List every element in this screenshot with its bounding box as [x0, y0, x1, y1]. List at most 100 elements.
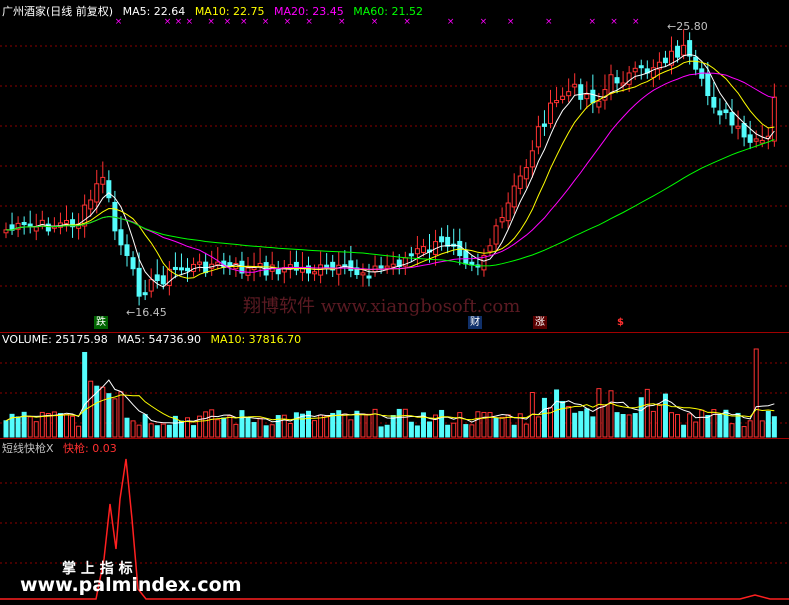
candle-body — [560, 95, 566, 101]
volume-bar — [209, 409, 215, 438]
cai-marker[interactable]: 财 — [468, 316, 482, 329]
volume-panel[interactable]: VOLUME: 25175.98 MA5: 54736.90 MA10: 378… — [0, 333, 789, 439]
volume-bar — [112, 398, 118, 438]
volume-bar — [614, 412, 620, 438]
candle-body — [729, 112, 735, 126]
candle-body — [445, 236, 451, 247]
candle-body — [523, 167, 529, 180]
volume-bar — [215, 419, 221, 438]
volume-bar — [487, 412, 493, 438]
candle-body — [693, 56, 699, 70]
dollar-marker[interactable]: $ — [615, 316, 626, 329]
volume-bar — [620, 414, 626, 438]
candle-body — [735, 125, 741, 129]
volume-bar — [469, 424, 475, 438]
volume-bar — [178, 420, 184, 438]
volume-bar — [342, 413, 348, 438]
volume-bar — [584, 408, 590, 438]
volume-bar — [293, 412, 299, 438]
candle-body — [747, 134, 753, 143]
volume-bar — [427, 421, 432, 438]
candle-body — [100, 176, 106, 185]
volume-bar — [638, 397, 644, 438]
volume-bar — [711, 409, 717, 438]
volume-bar — [70, 415, 76, 438]
volume-bar — [281, 414, 287, 438]
volume-bar — [396, 408, 402, 438]
candle-body — [463, 250, 469, 265]
stock-chart-window: × × × × × × × × × × × × × × × × × × × × 广州酒家(日线 前复权) MA5: 2… — [0, 0, 789, 605]
candle-body — [160, 275, 166, 285]
candle-body — [638, 65, 644, 69]
candle-body — [541, 123, 547, 127]
volume-bar — [753, 348, 759, 438]
candle-body — [632, 67, 638, 73]
candle-body — [197, 261, 203, 265]
volume-bar — [493, 418, 499, 438]
vol-ma5-label: MA5: 54736.90 — [117, 333, 201, 346]
volume-bar — [608, 390, 614, 438]
watermark: 翔博软件 www.xiangbosoft.com — [243, 296, 521, 317]
high-pointer-icon: ← — [667, 20, 677, 33]
candle-body — [711, 96, 717, 108]
volume-bar — [191, 425, 197, 438]
volume-bar — [136, 424, 142, 438]
volume-bar — [554, 389, 560, 438]
volume-bar — [45, 412, 51, 438]
volume-bar — [560, 401, 566, 438]
volume-bar — [330, 412, 336, 438]
volume-bar — [142, 414, 148, 438]
candle-body — [378, 265, 384, 269]
volume-bar — [82, 351, 88, 438]
candle-body — [753, 138, 759, 142]
candle-body — [130, 257, 136, 270]
candle-body — [106, 180, 112, 199]
candle-body — [227, 262, 233, 266]
candle-body — [172, 266, 178, 270]
candle-body — [681, 44, 687, 56]
candle-body — [675, 45, 681, 58]
candle-body — [626, 72, 632, 85]
volume-label: VOLUME: 25175.98 — [2, 333, 108, 346]
candle-body — [741, 123, 747, 138]
price-panel[interactable]: × × × × × × × × × × × × × × × × × × × × 广州酒家(日线 前复权) MA5: 2… — [0, 0, 789, 333]
volume-bar — [233, 423, 239, 438]
volume-bar — [408, 421, 414, 438]
volume-bar — [541, 397, 547, 438]
top-x-marker: × — [507, 17, 515, 27]
candle-body — [493, 225, 499, 245]
signal-header: 短线快枪X 快枪: 0.03 — [2, 440, 123, 456]
zhang-marker[interactable]: 涨 — [533, 316, 547, 329]
candle-body — [408, 253, 414, 257]
candle-body — [178, 267, 184, 271]
candle-body — [723, 109, 729, 114]
volume-bar — [644, 388, 650, 438]
volume-bar — [148, 423, 154, 438]
signal-panel[interactable]: 短线快枪X 快枪: 0.03 掌 上 指 标 www.palmindex.com — [0, 439, 789, 605]
volume-chart[interactable] — [0, 333, 789, 438]
volume-bar — [251, 422, 257, 438]
volume-bar — [578, 411, 584, 438]
volume-bar — [384, 424, 390, 438]
low-pointer-icon: ← — [126, 306, 136, 319]
high-price-label: ←25.80 — [667, 20, 708, 33]
top-x-marker: × — [480, 17, 488, 27]
candle-body — [517, 175, 523, 189]
volume-bar — [481, 411, 487, 438]
candle-body — [414, 248, 420, 255]
volume-bar — [299, 413, 305, 438]
ma10-label: MA10: 22.75 — [194, 5, 265, 18]
volume-bar — [33, 421, 39, 438]
candle-body — [487, 245, 493, 252]
volume-bar — [221, 417, 227, 438]
volume-bar — [602, 404, 608, 438]
volume-bar — [263, 425, 269, 438]
volume-bar — [687, 413, 693, 438]
candle-body — [94, 183, 100, 203]
candle-body — [566, 91, 572, 97]
volume-bar — [402, 408, 408, 438]
candle-body — [420, 246, 426, 253]
price-chart[interactable]: × × × × × × × × × × × × × × × × × × × × — [0, 0, 789, 332]
candle-body — [185, 267, 190, 272]
die-marker[interactable]: 跌 — [94, 316, 108, 329]
